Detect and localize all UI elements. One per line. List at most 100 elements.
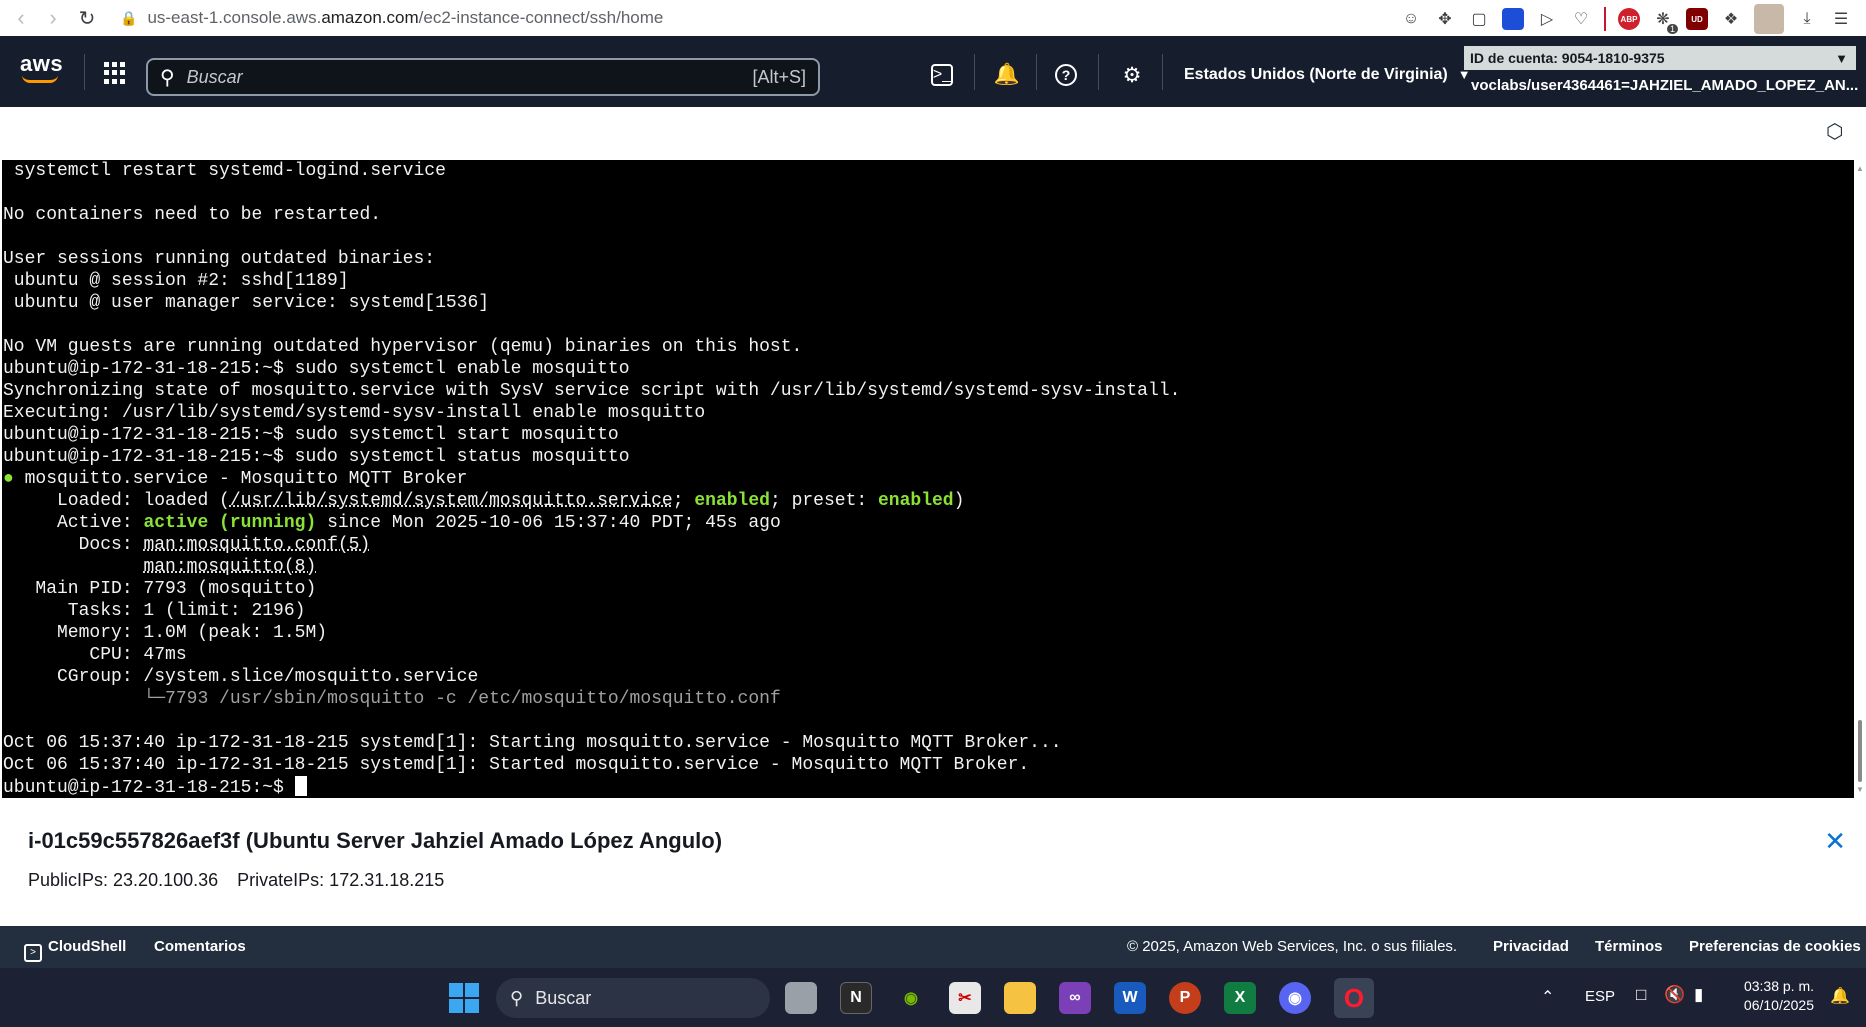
terminal-log: Oct 06 15:37:40 ip-172-31-18-215 systemd… [3,733,1062,775]
screenshot-icon[interactable]: ▢ [1468,8,1490,30]
powerpoint-icon[interactable]: P [1169,982,1201,1014]
status-service-line: mosquitto.service - Mosquitto MQTT Broke… [13,469,468,489]
cloudshell-button[interactable]: > CloudShell [24,938,126,962]
smiley-icon[interactable]: ☺ [1400,8,1422,30]
terminal-line: No VM guests are running outdated hyperv… [3,337,803,357]
terminal-line: Executing: /usr/lib/systemd/systemd-sysv… [3,403,706,423]
terminal[interactable]: systemctl restart systemd-logind.service… [2,160,1854,798]
folder-icon[interactable] [1004,982,1036,1014]
nvidia-icon[interactable]: ◉ [895,982,927,1014]
services-grid-icon[interactable] [104,62,126,84]
language-indicator[interactable]: ESP [1585,988,1615,1005]
terminal-prompt: ubuntu@ip-172-31-18-215:~$ [3,778,295,798]
windows-start-icon[interactable] [449,983,479,1013]
adblock-icon[interactable]: ABP [1618,8,1640,30]
cgroup: CGroup: /system.slice/mosquitto.service [3,667,479,687]
user-label[interactable]: voclabs/user4364461=JAHZIEL_AMADO_LOPEZ_… [1471,77,1858,94]
terminal-line: ubuntu@ip-172-31-18-215:~$ sudo systemct… [3,447,630,467]
terminal-line: No containers need to be restarted. [3,205,382,225]
bell-icon[interactable]: 🔔 [992,60,1022,90]
help-icon[interactable]: ? [1055,64,1077,86]
notification-icon[interactable]: 🔔 [1830,986,1850,1006]
header-divider [84,54,85,90]
search-icon: ⚲ [160,66,175,89]
aws-footer: > CloudShell Comentarios © 2025, Amazon W… [0,926,1866,968]
cookies-link[interactable]: Preferencias de cookies [1689,938,1861,955]
pin-icon[interactable]: ✥ [1434,8,1456,30]
caret-down-icon: ▼ [1835,50,1848,66]
battery-icon[interactable]: ▮ [1694,985,1703,1005]
terminal-line: Synchronizing state of mosquitto.service… [3,381,1181,401]
reload-icon[interactable]: ↻ [74,5,100,31]
region-selector[interactable]: Estados Unidos (Norte de Virginia) ▼ [1184,66,1471,84]
unit-file-link[interactable]: /usr/lib/systemd/system/mosquitto.servic… [230,491,673,511]
search-input[interactable]: ⚲ Buscar [Alt+S] [146,58,820,96]
terms-link[interactable]: Términos [1595,938,1663,955]
play-icon[interactable]: ▷ [1536,8,1558,30]
ublock-icon[interactable]: UD [1686,8,1708,30]
terminal-log-line: Oct 06 15:37:40 ip-172-31-18-215 systemd… [3,733,1062,753]
docs-link-man[interactable]: man:mosquitto(8) [143,557,316,577]
terminal-line: ubuntu@ip-172-31-18-215:~$ sudo systemct… [3,425,619,445]
toolbar-divider [1604,7,1606,31]
speaker-muted-icon[interactable]: 🔇 [1664,985,1685,1005]
cpu: CPU: 47ms [3,645,187,665]
scroll-thumb[interactable] [1858,720,1862,782]
address-bar[interactable]: 🔒 us-east-1.console.aws.amazon.com/ec2-i… [120,5,663,31]
download-icon[interactable]: ⤓ [1796,8,1818,30]
chevron-up-icon[interactable]: ⌃ [1541,987,1554,1007]
close-icon[interactable]: ✕ [1824,826,1846,857]
terminal-history: systemctl restart systemd-logind.service… [3,161,1180,467]
terminal-scrollbar[interactable]: ▲ ▼ [1854,160,1866,798]
taskbar-search[interactable]: ⚲ Buscar [496,978,770,1018]
terminal-line: ubuntu @ user manager service: systemd[1… [13,293,490,313]
instance-info-panel: i-01c59c557826aef3f (Ubuntu Server Jahzi… [0,798,1866,926]
word-icon[interactable]: W [1114,982,1146,1014]
forward-arrow-icon[interactable]: › [40,5,66,31]
terminal-line: User sessions running outdated binaries: [3,249,436,269]
pocket-shield-icon[interactable] [1502,8,1524,30]
heart-icon[interactable]: ♡ [1570,8,1592,30]
discord-icon[interactable]: ◉ [1279,982,1311,1014]
header-divider [1098,54,1099,90]
terminal-line: ubuntu@ip-172-31-18-215:~$ sudo systemct… [3,359,630,379]
excel-icon[interactable]: X [1224,982,1256,1014]
monitor-icon[interactable]: □ [1636,985,1646,1005]
gear-badge-icon[interactable]: ❋ 1 [1652,8,1678,34]
copyright-text: © 2025, Amazon Web Services, Inc. o sus … [1127,938,1458,955]
system-clock[interactable]: 03:38 p. m. 06/10/2025 [1720,977,1814,1015]
url-text: us-east-1.console.aws.amazon.com/ec2-ins… [147,8,664,27]
feedback-link[interactable]: Comentarios [154,938,246,955]
cgroup-child: └─7793 /usr/sbin/mosquitto -c /etc/mosqu… [143,689,781,709]
terminal-output: systemctl restart systemd-logind.service… [2,160,1854,798]
menu-icon[interactable]: ☰ [1830,8,1852,30]
aws-logo[interactable]: aws [20,51,63,83]
status-bullet: ● [3,469,14,489]
scroll-up-icon[interactable]: ▲ [1856,164,1864,173]
loaded-prefix: loaded ( [143,491,230,511]
visual-studio-icon[interactable]: ∞ [1059,982,1091,1014]
cloudshell-icon[interactable]: >_ [931,64,953,86]
active-since: since Mon 2025-10-06 15:37:40 PDT; 45s a… [316,513,781,533]
terminal-line: systemctl restart systemd-logind.service [13,161,446,181]
task-view-icon[interactable] [785,982,817,1014]
search-shortcut: [Alt+S] [752,66,806,87]
privacy-link[interactable]: Privacidad [1493,938,1569,955]
gear-icon[interactable]: ⚙ [1117,60,1147,90]
terminal-cursor [294,776,307,796]
profile-avatar[interactable] [1754,4,1784,34]
notion-icon[interactable]: N [840,982,872,1014]
main-pid: Main PID: 7793 (mosquitto) [3,579,317,599]
preset-state: enabled [878,491,954,511]
puzzle-icon[interactable]: ❖ [1720,8,1742,30]
docs-link-conf[interactable]: man:mosquitto.conf(5) [143,535,370,555]
opera-icon[interactable]: O [1334,978,1374,1018]
snipping-tool-icon[interactable]: ✂ [949,982,981,1014]
cloudshell-icon: > [24,944,42,962]
loaded-sep: ; [672,491,695,511]
account-menu[interactable]: ID de cuenta: 9054-1810-9375 ▼ [1464,46,1856,70]
back-arrow-icon[interactable]: ‹ [8,5,34,31]
scroll-down-icon[interactable]: ▼ [1856,785,1864,794]
hexagon-settings-icon[interactable]: ⬡ [1826,122,1846,142]
terminal-log-line: Oct 06 15:37:40 ip-172-31-18-215 systemd… [3,755,1030,775]
